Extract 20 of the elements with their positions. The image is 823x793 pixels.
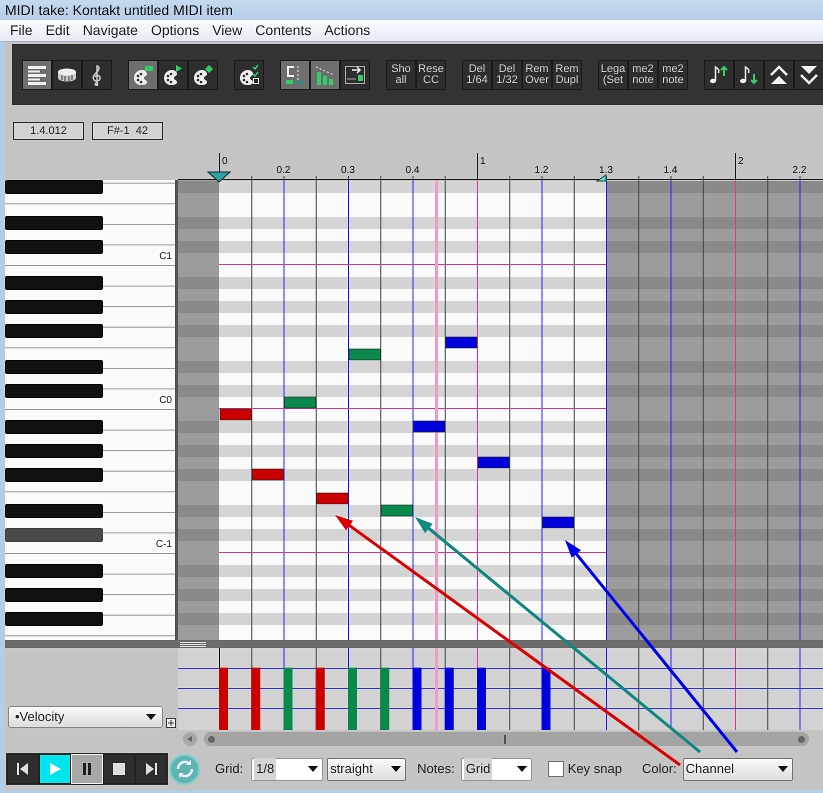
key-label: C1	[159, 251, 172, 262]
color-label: Color:	[642, 760, 677, 778]
ruler-label: 0	[222, 156, 228, 167]
ruler-label: 1.2	[534, 165, 548, 176]
key-snap-label: Key snap	[568, 760, 622, 778]
ruler-label: 1.3	[599, 165, 613, 176]
ruler-label: 0.2	[276, 165, 290, 176]
ruler-label: 0.3	[341, 165, 355, 176]
ruler-label: 2.2	[792, 165, 806, 176]
position-field: F#-1 42	[92, 122, 163, 140]
ruler-label: 0.4	[406, 165, 420, 176]
notes-label: Notes:	[417, 760, 455, 778]
key-label: C-1	[156, 539, 172, 550]
ruler-label: 1.4	[664, 165, 678, 176]
ruler-label: 2	[738, 156, 744, 167]
key-label: C0	[159, 395, 172, 406]
position-field: 1.4.012	[13, 122, 84, 140]
window-title: MIDI take: Kontakt untitled MIDI item	[0, 0, 823, 20]
ruler-label: 1	[480, 156, 486, 167]
grid-label: Grid:	[215, 760, 244, 778]
